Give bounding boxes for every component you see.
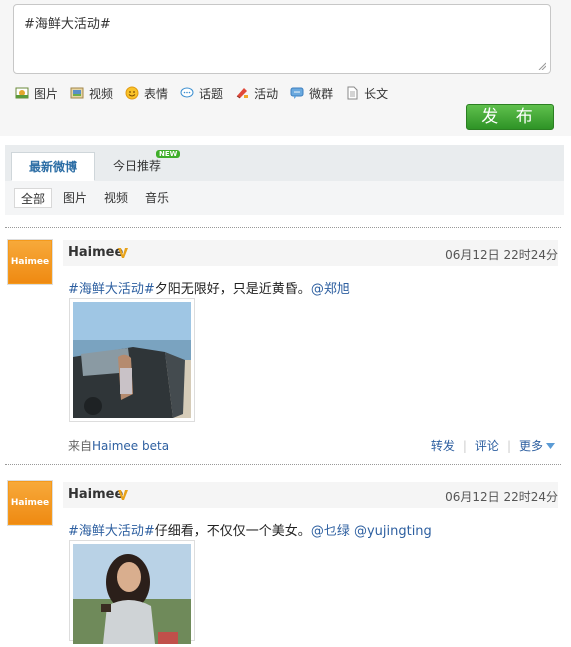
username[interactable]: Haimee [68, 245, 123, 260]
tool-group[interactable]: 微群 [290, 85, 333, 102]
tool-video-label: 视频 [89, 86, 114, 101]
post-source: 来自Haimee beta [68, 437, 169, 454]
source-link[interactable]: Haimee beta [92, 439, 169, 453]
tool-topic-label: 话题 [199, 86, 224, 101]
car-photo [73, 302, 191, 418]
verified-badge-icon [118, 490, 128, 500]
filter-all[interactable]: 全部 [14, 188, 53, 208]
topic-link[interactable]: #海鲜大活动# [68, 524, 155, 539]
mention-link[interactable]: @郑旭 [311, 282, 350, 297]
feed-tabs: 最新微博 今日推荐 NEW [5, 145, 564, 182]
tool-image[interactable]: 图片 [15, 85, 58, 102]
tool-emoji[interactable]: 表情 [125, 85, 168, 102]
post-header: Haimee 06月12日 22时24分 [63, 240, 558, 266]
composer-toolbar: 图片 视频 表情 话题 活动 微群 长文 [15, 84, 400, 102]
tool-document[interactable]: 长文 [345, 85, 388, 102]
tool-image-label: 图片 [34, 86, 59, 101]
comment-button[interactable]: 评论 [475, 437, 499, 454]
action-separator: | [506, 438, 511, 453]
tool-topic[interactable]: 话题 [180, 85, 223, 102]
post-header: Haimee 06月12日 22时24分 [63, 482, 558, 508]
filter-music[interactable]: 音乐 [145, 188, 169, 208]
post-thumbnail[interactable] [69, 298, 195, 422]
filter-videos[interactable]: 视频 [104, 188, 128, 208]
feed-divider [5, 227, 561, 228]
mention-link[interactable]: @乜绿 @yujingting [311, 524, 432, 539]
username[interactable]: Haimee [68, 487, 123, 502]
avatar[interactable]: Haimee [7, 480, 53, 526]
filter-bar: 全部 图片 视频 音乐 [5, 181, 564, 215]
avatar-logo-text: Haimee [9, 241, 51, 283]
portrait-photo [73, 544, 191, 644]
post-time[interactable]: 06月12日 22时24分 [445, 488, 558, 505]
tool-group-label: 微群 [309, 86, 334, 101]
post-body: 仔细看，不仅仅一个美女。 [154, 524, 311, 539]
tool-emoji-label: 表情 [144, 86, 169, 101]
publish-button[interactable]: 发 布 [466, 104, 554, 130]
image-icon [15, 86, 29, 100]
group-icon [290, 86, 304, 100]
composer: #海鲜大活动# 图片 视频 表情 话题 活动 微群 长文 发 布 [0, 0, 571, 136]
post-textarea-text: #海鲜大活动# [24, 17, 111, 32]
tool-event[interactable]: 活动 [235, 85, 278, 102]
tool-video[interactable]: 视频 [70, 85, 113, 102]
tab-latest[interactable]: 最新微博 [11, 152, 95, 181]
tool-document-label: 长文 [364, 86, 389, 101]
post-textarea[interactable]: #海鲜大活动# [13, 4, 551, 74]
action-separator: | [462, 438, 467, 453]
topic-link[interactable]: #海鲜大活动# [68, 282, 155, 297]
post-thumbnail[interactable] [69, 540, 195, 644]
post-text: #海鲜大活动#夕阳无限好，只是近黄昏。@郑旭 [68, 278, 350, 297]
repost-button[interactable]: 转发 [431, 437, 455, 454]
event-icon [235, 86, 249, 100]
feed-divider [5, 464, 561, 465]
document-icon [345, 86, 359, 100]
chevron-down-icon[interactable] [546, 442, 555, 449]
new-badge: NEW [156, 150, 181, 158]
source-prefix: 来自 [68, 439, 93, 453]
post-actions: 转发 | 评论 | 更多 [431, 437, 555, 454]
tool-event-label: 活动 [254, 86, 279, 101]
more-button[interactable]: 更多 [519, 437, 543, 454]
topic-icon [180, 86, 194, 100]
avatar[interactable]: Haimee [7, 239, 53, 285]
emoji-icon [125, 86, 139, 100]
post-text: #海鲜大活动#仔细看，不仅仅一个美女。@乜绿 @yujingting [68, 520, 432, 539]
resize-handle-icon[interactable] [538, 62, 546, 70]
avatar-logo-text: Haimee [9, 482, 51, 524]
filter-images[interactable]: 图片 [63, 188, 87, 208]
video-icon [70, 86, 84, 100]
post-body: 夕阳无限好，只是近黄昏。 [154, 282, 311, 297]
verified-badge-icon [118, 248, 128, 258]
post-time[interactable]: 06月12日 22时24分 [445, 246, 558, 263]
